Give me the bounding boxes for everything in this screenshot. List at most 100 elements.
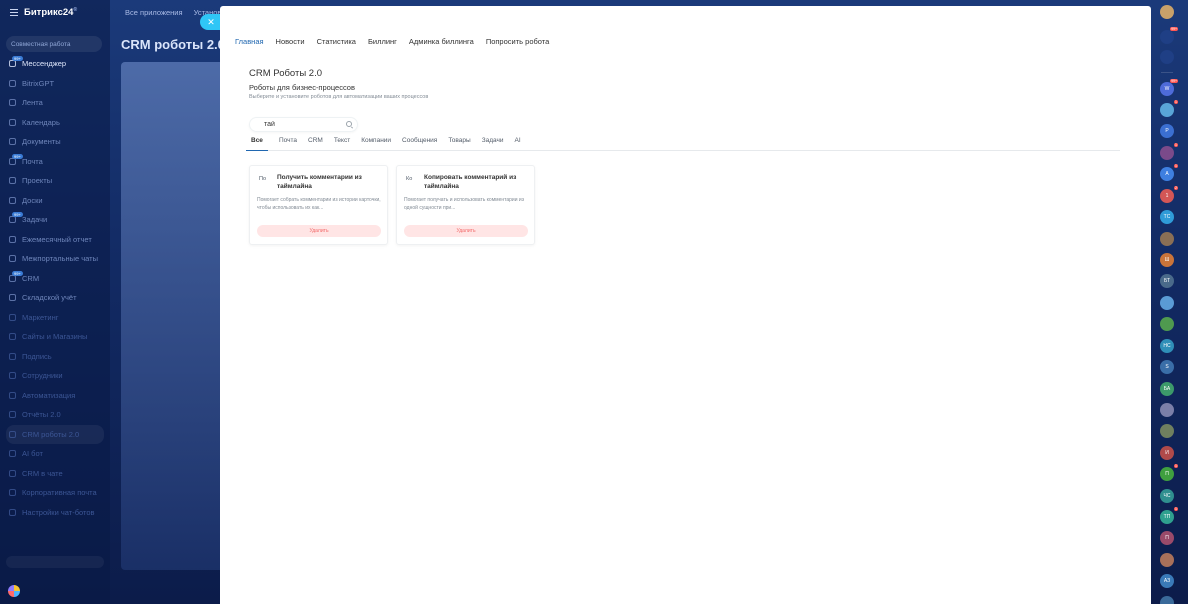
menu-burger-icon[interactable] (10, 9, 18, 17)
sidebar-item[interactable]: Почта 99+ (0, 152, 110, 172)
unread-badge: 1 (1174, 164, 1178, 168)
search-icon[interactable] (346, 121, 352, 127)
sidebar-bottom-button[interactable] (6, 556, 104, 568)
chat-avatar[interactable]: А1 (1160, 164, 1178, 181)
logo[interactable]: Битрикс24® (24, 7, 77, 18)
filter-tab[interactable]: AI (515, 137, 521, 151)
chat-avatar[interactable]: Р (1160, 124, 1174, 138)
robot-description: Помогает собрать комментарии из истории … (257, 197, 381, 211)
chat-avatar[interactable]: АЗ (1160, 574, 1174, 588)
delete-button[interactable]: Удалить (404, 225, 528, 237)
panel-tab[interactable]: Биллинг (368, 37, 397, 46)
filter-tab[interactable]: Все (246, 137, 268, 151)
sidebar-item[interactable]: Документы (0, 132, 110, 152)
search-box[interactable] (249, 117, 358, 132)
sidebar-item[interactable]: CRM в чате (0, 464, 110, 484)
sidebar-item-label: Складской учёт (22, 293, 77, 303)
robot-title: Копировать комментарий из таймлайна (424, 174, 517, 190)
chat-avatar[interactable]: 1 (1160, 100, 1178, 117)
sidebar-item[interactable]: Корпоративная почта (0, 483, 110, 503)
chat-avatar[interactable]: ЧС (1160, 489, 1174, 503)
chat-avatar[interactable]: БА (1160, 382, 1174, 396)
panel-tab[interactable]: Админка биллинга (409, 37, 474, 46)
sidebar-item[interactable]: Задачи 99+ (0, 210, 110, 230)
chat-avatar[interactable]: И (1160, 446, 1174, 460)
bell-icon[interactable]: 99+ (1160, 27, 1178, 44)
chat-avatar[interactable]: W 99+ (1160, 79, 1178, 96)
chat-avatar[interactable]: Ш (1160, 253, 1174, 267)
sidebar-item[interactable]: Сотрудники (0, 366, 110, 386)
sidebar-item[interactable]: Подпись (0, 347, 110, 367)
rightbar-divider (1161, 72, 1173, 73)
robot-card[interactable]: По Получить комментарии из таймлайна Помог… (249, 165, 388, 245)
chat-avatar[interactable]: П (1160, 531, 1174, 545)
unread-badge: 99+ (1170, 27, 1178, 31)
chat-avatar[interactable]: НС (1160, 339, 1174, 353)
sidebar-item[interactable]: Календарь (0, 113, 110, 133)
panel-tab[interactable]: Статистика (317, 37, 356, 46)
app-title: CRM Роботы 2.0 (249, 68, 323, 79)
sidebar-item-label: Лента (22, 98, 43, 108)
unread-badge: 99+ (1170, 79, 1178, 83)
close-panel-button[interactable]: ✕ (200, 14, 222, 30)
user-avatar[interactable] (8, 585, 20, 597)
chat-avatar[interactable] (1160, 553, 1174, 567)
sidebar-item[interactable]: Отчёты 2.0 (0, 405, 110, 425)
sidebar-item[interactable]: AI бот (0, 444, 110, 464)
panel-tab[interactable]: Главная (235, 37, 264, 46)
user-avatar[interactable] (1160, 5, 1174, 19)
sidebar-item-icon (9, 313, 16, 321)
chat-avatar[interactable] (1160, 403, 1174, 417)
filter-tab[interactable]: CRM (308, 137, 323, 151)
app-panel: Главная Новости Статистика Биллинг Админка б… (220, 6, 1151, 604)
background-content-card (121, 62, 220, 570)
chat-avatar[interactable]: П1 (1160, 464, 1178, 481)
left-sidebar: Битрикс24® Совместная работа Мессенджер 9… (0, 0, 110, 604)
chat-avatar[interactable] (1160, 596, 1174, 604)
sidebar-item[interactable]: Автоматизация (0, 386, 110, 406)
chat-avatar[interactable]: ТС (1160, 210, 1174, 224)
collaboration-label: Совместная работа (11, 40, 71, 48)
robot-card[interactable]: Ко Копировать комментарий из таймлайна Пом… (396, 165, 535, 245)
top-nav-link[interactable]: Все приложения (125, 8, 183, 17)
chat-avatar[interactable] (1160, 317, 1174, 331)
chat-avatar[interactable]: БТ (1160, 274, 1174, 288)
sidebar-item-label: Документы (22, 137, 61, 147)
sidebar-item[interactable]: Проекты (0, 171, 110, 191)
sidebar-item-icon (9, 469, 16, 477)
filter-tab[interactable]: Товары (448, 137, 470, 151)
sidebar-item[interactable]: Маркетинг (0, 308, 110, 328)
filter-tab[interactable]: Текст (334, 137, 350, 151)
sidebar-item[interactable]: BitrixGPT (0, 74, 110, 94)
panel-tab[interactable]: Новости (276, 37, 305, 46)
sidebar-item[interactable]: Настройки чат-ботов (0, 503, 110, 523)
sidebar-item[interactable]: Складской учёт (0, 288, 110, 308)
sidebar-item[interactable]: CRM роботы 2.0 (6, 424, 104, 444)
sidebar-item[interactable]: Доски (0, 191, 110, 211)
chat-icon[interactable] (1160, 50, 1174, 64)
filter-tab[interactable]: Почта (279, 137, 297, 151)
filter-tab[interactable]: Сообщения (402, 137, 437, 151)
delete-button[interactable]: Удалить (257, 225, 381, 237)
sidebar-item-icon (9, 274, 16, 282)
chat-avatar[interactable] (1160, 296, 1174, 310)
sidebar-item[interactable]: Лента (0, 93, 110, 113)
sidebar-item-label: Календарь (22, 117, 60, 127)
filter-tab[interactable]: Компании (361, 137, 391, 151)
chat-avatar[interactable]: 1 (1160, 143, 1178, 160)
sidebar-item[interactable]: Сайты и Магазины (0, 327, 110, 347)
sidebar-item[interactable]: Межпортальные чаты (0, 249, 110, 269)
chat-avatar[interactable] (1160, 424, 1174, 438)
chat-avatar[interactable]: ТП 1 (1160, 507, 1178, 524)
chat-avatar[interactable] (1160, 232, 1174, 246)
search-input[interactable] (264, 121, 334, 128)
sidebar-item[interactable]: Ежемесячный отчет (0, 230, 110, 250)
sidebar-item[interactable]: Мессенджер 99+ (0, 54, 110, 74)
sidebar-item[interactable]: CRM 99+ (0, 269, 110, 289)
chat-avatar[interactable]: 12 (1160, 186, 1178, 203)
sidebar-item-icon (9, 411, 16, 419)
chat-avatar[interactable]: S (1160, 360, 1174, 374)
collaboration-button[interactable]: Совместная работа (6, 36, 102, 52)
panel-tab[interactable]: Попросить робота (486, 37, 550, 46)
filter-tab[interactable]: Задачи (482, 137, 504, 151)
